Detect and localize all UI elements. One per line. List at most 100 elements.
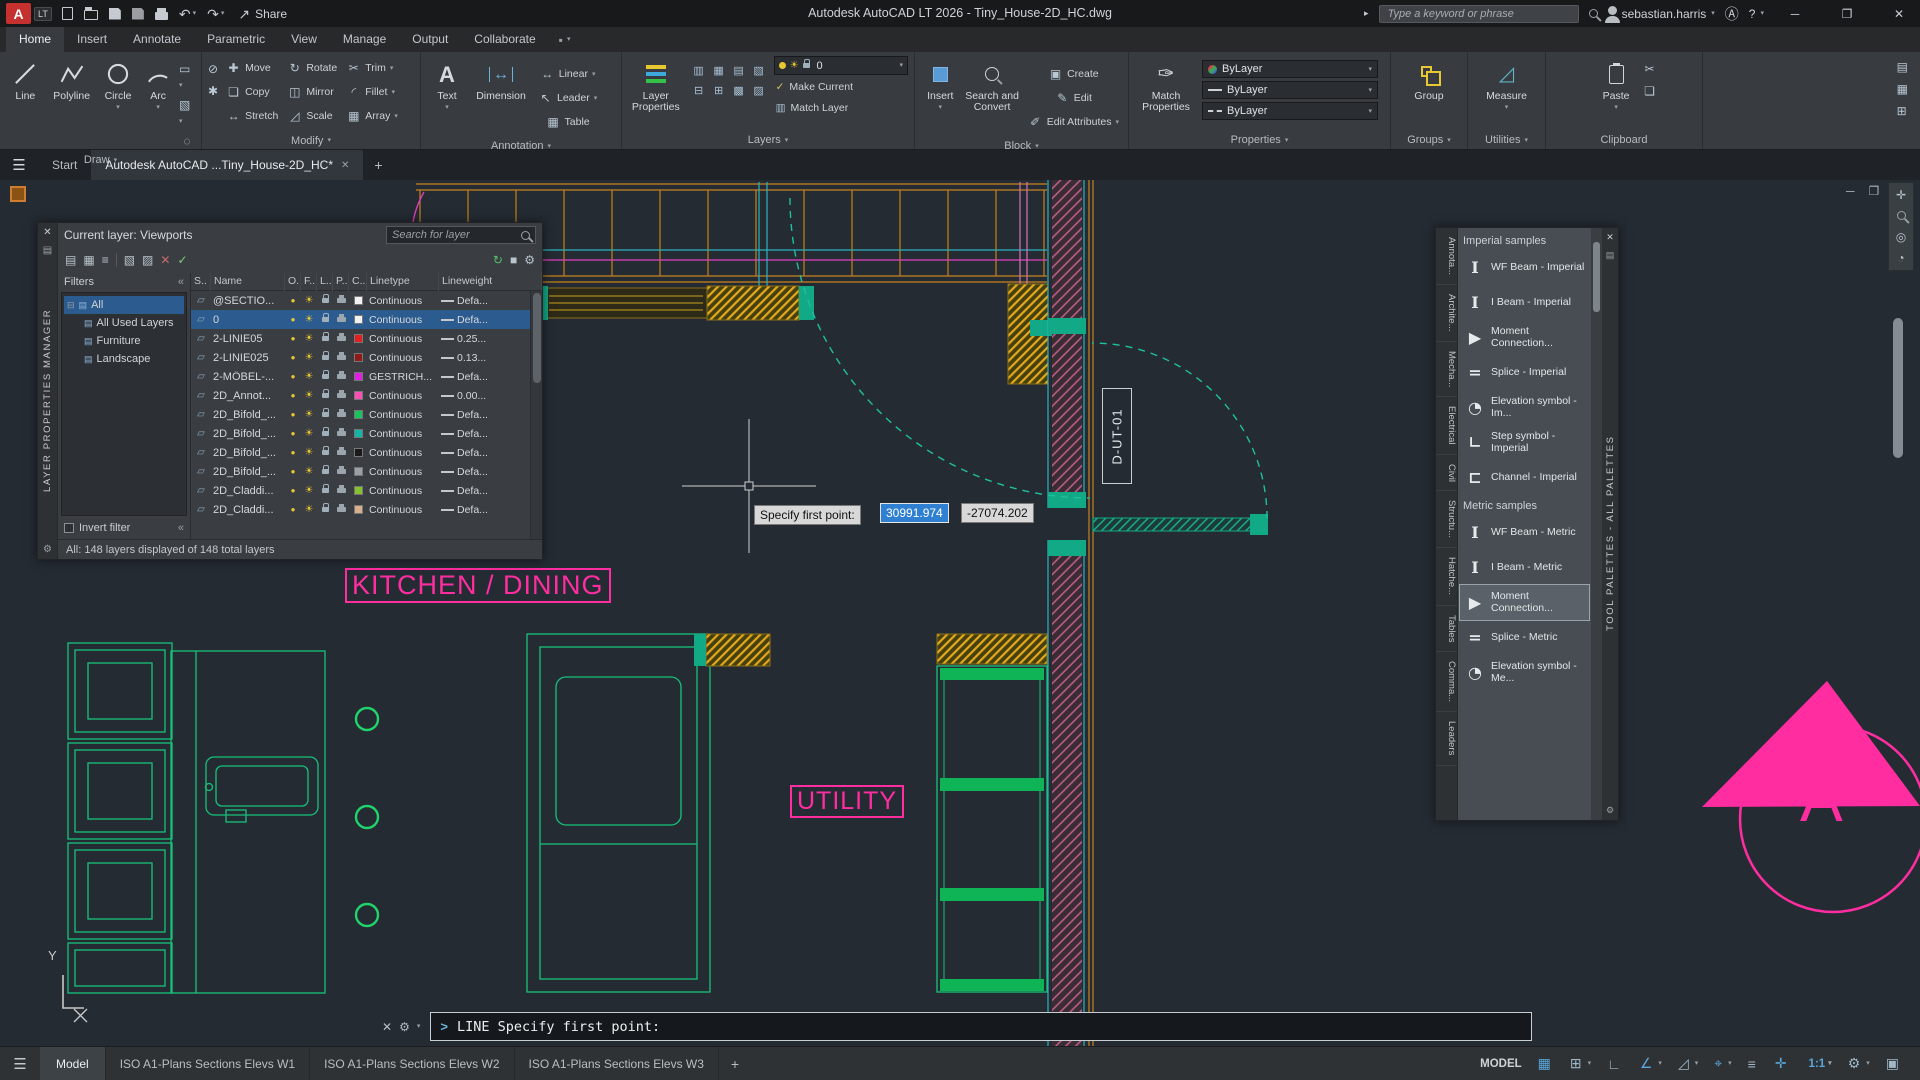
circle-button[interactable]: Circle▾ bbox=[99, 56, 138, 111]
layer-on-icon[interactable]: ● bbox=[285, 486, 301, 495]
2-LINIE025[interactable]: ▱ 2-LINIE025 ● ☀ Continuous 0.13... bbox=[191, 348, 542, 367]
column-header[interactable]: C.. bbox=[349, 273, 367, 291]
erase-icon[interactable]: ⊘ bbox=[208, 62, 218, 76]
layer-on-icon[interactable]: ● bbox=[285, 391, 301, 400]
match-layer-button[interactable]: ▥ Match Layer bbox=[774, 98, 908, 117]
new-layer-icon[interactable]: ▧ bbox=[124, 253, 135, 267]
open-file-icon[interactable] bbox=[84, 7, 98, 20]
palette-tab[interactable]: Structu... bbox=[1436, 491, 1457, 548]
palette-tab[interactable]: Leaders bbox=[1436, 712, 1457, 765]
make-current-button[interactable]: ✓ Make Current bbox=[774, 77, 908, 96]
tab-view[interactable]: View bbox=[278, 27, 330, 52]
layer-color-swatch[interactable] bbox=[349, 409, 367, 421]
column-header[interactable]: L.. bbox=[317, 273, 333, 291]
layer-plot-icon[interactable] bbox=[333, 504, 349, 516]
layer-lock-icon[interactable] bbox=[317, 466, 333, 478]
panel-label-layers[interactable]: Layers▾ bbox=[622, 131, 914, 149]
copy-button[interactable]: ❏ Copy bbox=[223, 80, 281, 104]
table-button[interactable]: ▦ Table bbox=[543, 110, 593, 134]
layer-lock-icon[interactable] bbox=[317, 295, 333, 307]
layer-freeze-icon[interactable]: ☀ bbox=[301, 314, 317, 325]
tool-elevation-symbol-imperial[interactable]: ◔ Elevation symbol - Im... bbox=[1460, 390, 1589, 425]
2D_Claddi...[interactable]: ▱ 2D_Claddi... ● ☀ Continuous Defa... bbox=[191, 481, 542, 500]
layer-color-swatch[interactable] bbox=[349, 466, 367, 478]
close-tab-icon[interactable]: ✕ bbox=[341, 160, 349, 171]
layer-tool-icon[interactable]: ▧ bbox=[753, 64, 763, 77]
layer-tool-icon[interactable]: ▩ bbox=[733, 84, 743, 97]
new-group-filter-icon[interactable]: ▦ bbox=[83, 253, 94, 267]
layer-freeze-icon[interactable]: ☀ bbox=[301, 447, 317, 458]
layer-freeze-icon[interactable]: ☀ bbox=[301, 295, 317, 306]
2D_Bifold_...[interactable]: ▱ 2D_Bifold_... ● ☀ Continuous Defa... bbox=[191, 405, 542, 424]
dimension-button[interactable]: ↔ Dimension bbox=[472, 56, 530, 102]
object-color-dropdown[interactable]: ByLayer▾ bbox=[1202, 60, 1378, 78]
layer-color-swatch[interactable] bbox=[349, 504, 367, 516]
column-header[interactable]: P.. bbox=[333, 273, 349, 291]
layer-select-dropdown[interactable]: ☀ 0 ▾ bbox=[774, 56, 908, 75]
grid-toggle[interactable]: ▦ bbox=[1530, 1047, 1562, 1080]
plot-icon[interactable] bbox=[155, 8, 168, 20]
tool-splice-metric[interactable]: = Splice - Metric bbox=[1460, 620, 1589, 655]
edit-attributes-button[interactable]: ✐ Edit Attributes ▾ bbox=[1025, 110, 1122, 134]
new-file-icon[interactable] bbox=[62, 7, 73, 20]
layer-lock-icon[interactable] bbox=[317, 371, 333, 383]
collapse-icon[interactable]: « bbox=[178, 522, 184, 534]
copy-clip-icon[interactable]: ❏ bbox=[1644, 84, 1655, 98]
layer-plot-icon[interactable] bbox=[333, 295, 349, 307]
ribbon-extra-icon[interactable]: ▦ bbox=[1897, 82, 1908, 96]
layer-color-swatch[interactable] bbox=[349, 333, 367, 345]
palette-tab[interactable]: Electrical bbox=[1436, 397, 1457, 455]
column-header[interactable]: F.. bbox=[301, 273, 317, 291]
layer-freeze-icon[interactable]: ☀ bbox=[301, 333, 317, 344]
layer-freeze-icon[interactable]: ☀ bbox=[301, 466, 317, 477]
new-drawing-tab-button[interactable]: + bbox=[363, 150, 393, 180]
osnap-toggle[interactable]: ⌖ ▾ bbox=[1706, 1047, 1739, 1080]
filter-tree-item[interactable]: ▤ Furniture bbox=[64, 332, 184, 350]
2D_Bifold_...[interactable]: ▱ 2D_Bifold_... ● ☀ Continuous Defa... bbox=[191, 443, 542, 462]
palette-tab[interactable]: Archite... bbox=[1436, 285, 1457, 342]
customize-icon[interactable]: ⚙ bbox=[399, 1020, 410, 1034]
tool-moment-connection-imperial[interactable]: ▶ Moment Connection... bbox=[1460, 320, 1589, 355]
create-block-button[interactable]: ▣ Create bbox=[1045, 62, 1102, 86]
match-properties-button[interactable]: ✑ Match Properties bbox=[1135, 56, 1197, 113]
panel-label-clipboard[interactable]: Clipboard bbox=[1546, 131, 1702, 149]
panel-label-utilities[interactable]: Utilities▾ bbox=[1468, 131, 1545, 149]
orbit-icon[interactable]: ◎ bbox=[1896, 230, 1906, 244]
tool-i-beam-imperial[interactable]: I I Beam - Imperial bbox=[1460, 285, 1589, 320]
tool-i-beam-metric[interactable]: I I Beam - Metric bbox=[1460, 550, 1589, 585]
layer-plot-icon[interactable] bbox=[333, 466, 349, 478]
layer-freeze-icon[interactable]: ☀ bbox=[301, 428, 317, 439]
panel-label-groups[interactable]: Groups▾ bbox=[1391, 131, 1467, 149]
scrollbar[interactable] bbox=[530, 291, 542, 539]
column-header[interactable]: O.. bbox=[285, 273, 301, 291]
trim-button[interactable]: ✂ Trim ▾ bbox=[343, 56, 401, 80]
panel-label-modify[interactable]: Modify▾ bbox=[202, 132, 420, 149]
palette-tab[interactable]: Annota... bbox=[1436, 228, 1457, 285]
column-header[interactable]: Lineweight bbox=[439, 273, 542, 291]
tool-step-symbol-imperial[interactable]: ∟ Step symbol - Imperial bbox=[1460, 425, 1589, 460]
invert-filter-checkbox[interactable] bbox=[64, 523, 74, 533]
group-button[interactable]: Group bbox=[1405, 56, 1453, 102]
palette-tab[interactable]: Tables bbox=[1436, 606, 1457, 652]
customization-button[interactable]: ⚙ ▾ bbox=[1840, 1047, 1878, 1080]
layer-on-icon[interactable]: ● bbox=[285, 315, 301, 324]
filter-tree-item[interactable]: ▤ Landscape bbox=[64, 350, 184, 368]
layer-freeze-icon[interactable]: ☀ bbox=[301, 485, 317, 496]
polyline-button[interactable]: Polyline bbox=[50, 56, 94, 102]
layer-search-box[interactable] bbox=[386, 226, 536, 244]
ribbon-options-button[interactable]: ▪▾ bbox=[549, 27, 581, 52]
layer-lock-icon[interactable] bbox=[317, 409, 333, 421]
panel-label-annotation[interactable]: Annotation▾ bbox=[421, 138, 621, 154]
pan-icon[interactable]: ✛ bbox=[1896, 188, 1906, 202]
dynamic-input-x-field[interactable]: 30991.974 bbox=[880, 503, 949, 523]
tool-item[interactable]: Imperial samples bbox=[1460, 230, 1589, 250]
palette-tab[interactable]: Mecha... bbox=[1436, 342, 1457, 397]
2-LINIE05[interactable]: ▱ 2-LINIE05 ● ☀ Continuous 0.25... bbox=[191, 329, 542, 348]
rotate-button[interactable]: ↻ Rotate bbox=[284, 56, 340, 80]
tool-wf-beam-metric[interactable]: I WF Beam - Metric bbox=[1460, 515, 1589, 550]
polar-tracking-toggle[interactable]: ∠ ▾ bbox=[1632, 1047, 1670, 1080]
explode-icon[interactable]: ✱ bbox=[208, 84, 218, 98]
layer-on-icon[interactable]: ● bbox=[285, 334, 301, 343]
palette-tab[interactable]: Hatche... bbox=[1436, 548, 1457, 605]
minimize-button[interactable]: ─ bbox=[1774, 0, 1816, 27]
